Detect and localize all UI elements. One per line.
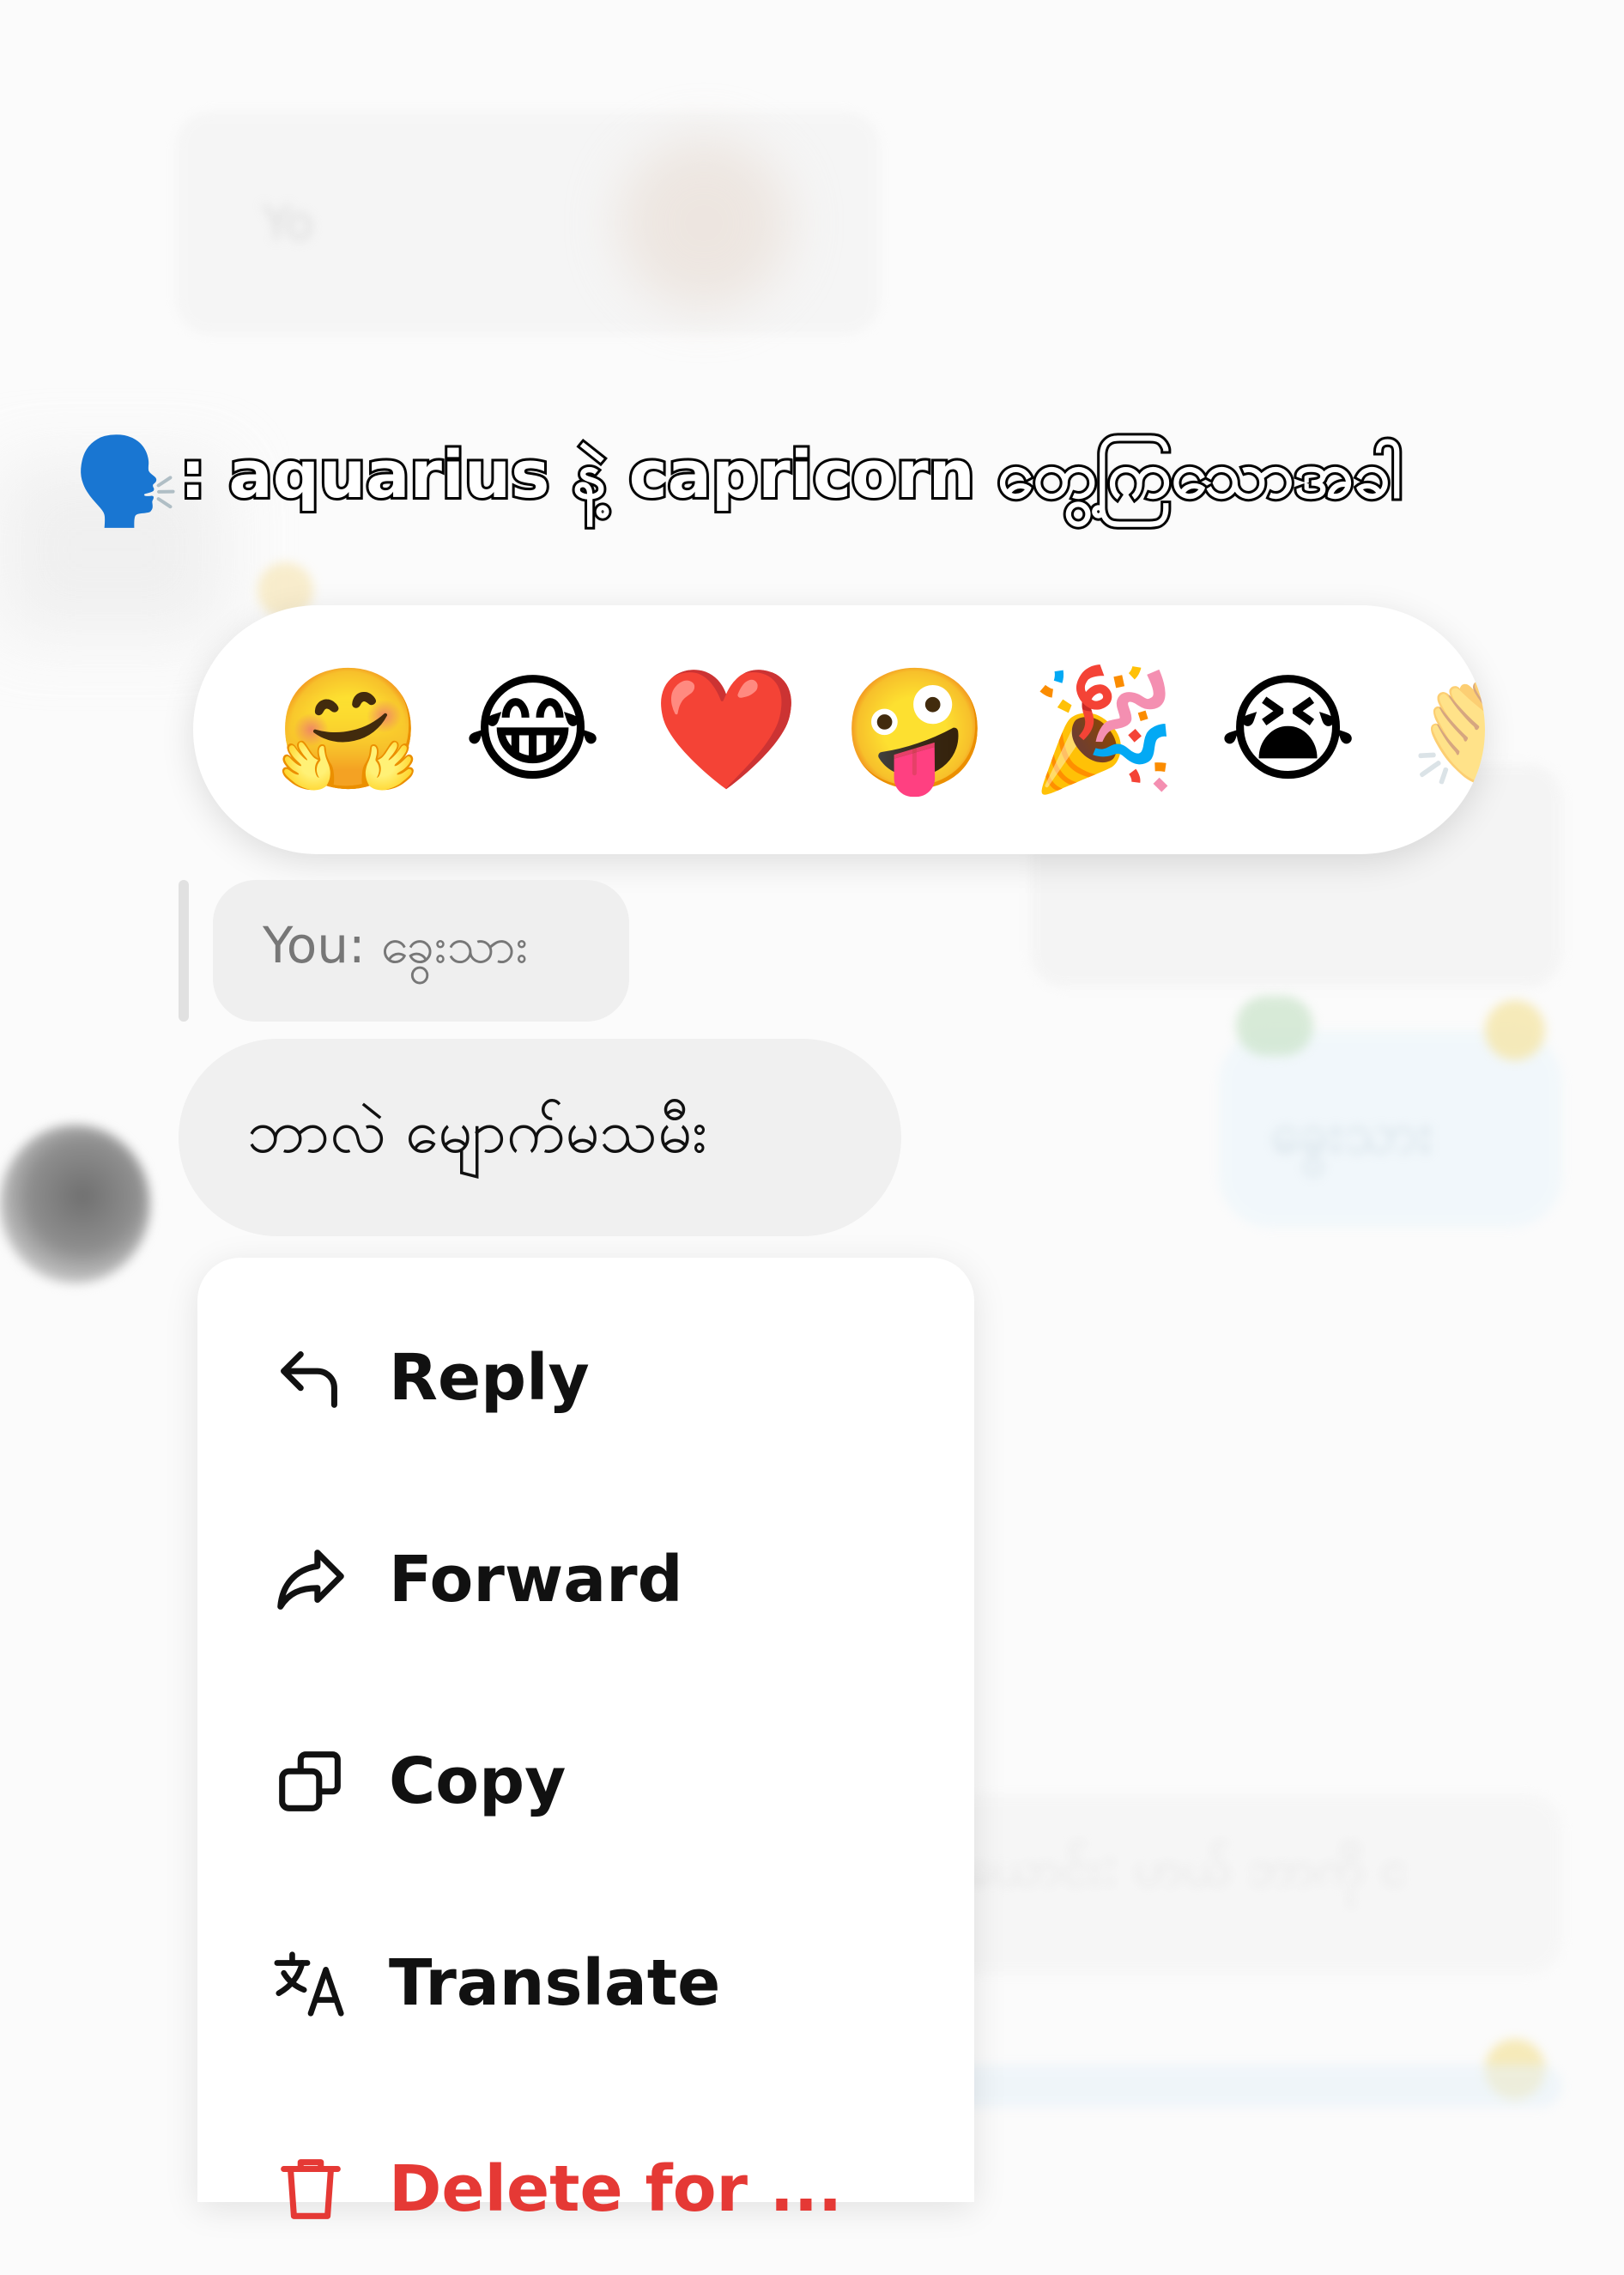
trash-icon [281,2159,341,2219]
translate-menu-item[interactable]: Translate [197,1897,974,2069]
forward-icon [277,1550,344,1610]
copy-icon [279,1751,341,1811]
forward-label: Forward [389,1543,683,1617]
crying-face-reaction-icon[interactable]: 😭 [1219,661,1357,798]
clapping-hands-reaction-icon[interactable]: 👏 [1408,661,1485,798]
background-blur-blob [618,137,790,309]
hugging-face-reaction-icon[interactable]: 🤗 [275,661,422,798]
quoted-reply[interactable]: You: ခွေးသား [213,880,629,1022]
background-sent-bubble-text: ခွေးသား [1270,1102,1433,1166]
forward-menu-item[interactable]: Forward [197,1494,974,1665]
video-caption: 🗣️ : aquarius နဲ့ capricorn တွေ့ကြသောအခါ [73,431,1405,531]
copy-label: Copy [389,1744,567,1818]
reaction-bar: 🤗 😂 ❤️ 🤪 🎉 😭 👏 [193,605,1485,854]
duck-sticker-icon [1485,1000,1545,1060]
copy-menu-item[interactable]: Copy [197,1696,974,1867]
translate-icon [274,1951,344,2017]
background-bar [944,2065,1562,2108]
speaking-head-icon: 🗣️ [73,431,180,531]
delete-menu-item[interactable]: Delete for ... [197,2103,974,2275]
zany-face-reaction-icon[interactable]: 🤪 [841,661,989,798]
heart-reaction-icon[interactable]: ❤️ [652,661,800,798]
avatar[interactable] [0,1125,150,1283]
reply-quote-bar [179,880,189,1022]
party-popper-reaction-icon[interactable]: 🎉 [1030,661,1178,798]
translate-label: Translate [389,1946,721,2020]
reply-menu-item[interactable]: Reply [197,1292,974,1464]
reply-icon [281,1351,337,1408]
caption-text: : aquarius နဲ့ capricorn တွေ့ကြသောအခါ [178,434,1405,515]
message-bubble[interactable]: ဘာလဲ မျောက်မသမီး [179,1039,901,1236]
reply-label: Reply [389,1341,590,1415]
background-panel-text: ယောင်း: ဟယ် ဘာကို င [966,1839,1409,1897]
frog-sticker-icon [1236,996,1313,1056]
background-bubble-text: Yo [262,196,315,252]
quoted-reply-text: You: ခွေးသား [263,916,529,974]
message-text: ဘာလဲ မျောက်မသမီး [247,1095,707,1167]
tears-of-joy-reaction-icon[interactable]: 😂 [464,661,602,798]
